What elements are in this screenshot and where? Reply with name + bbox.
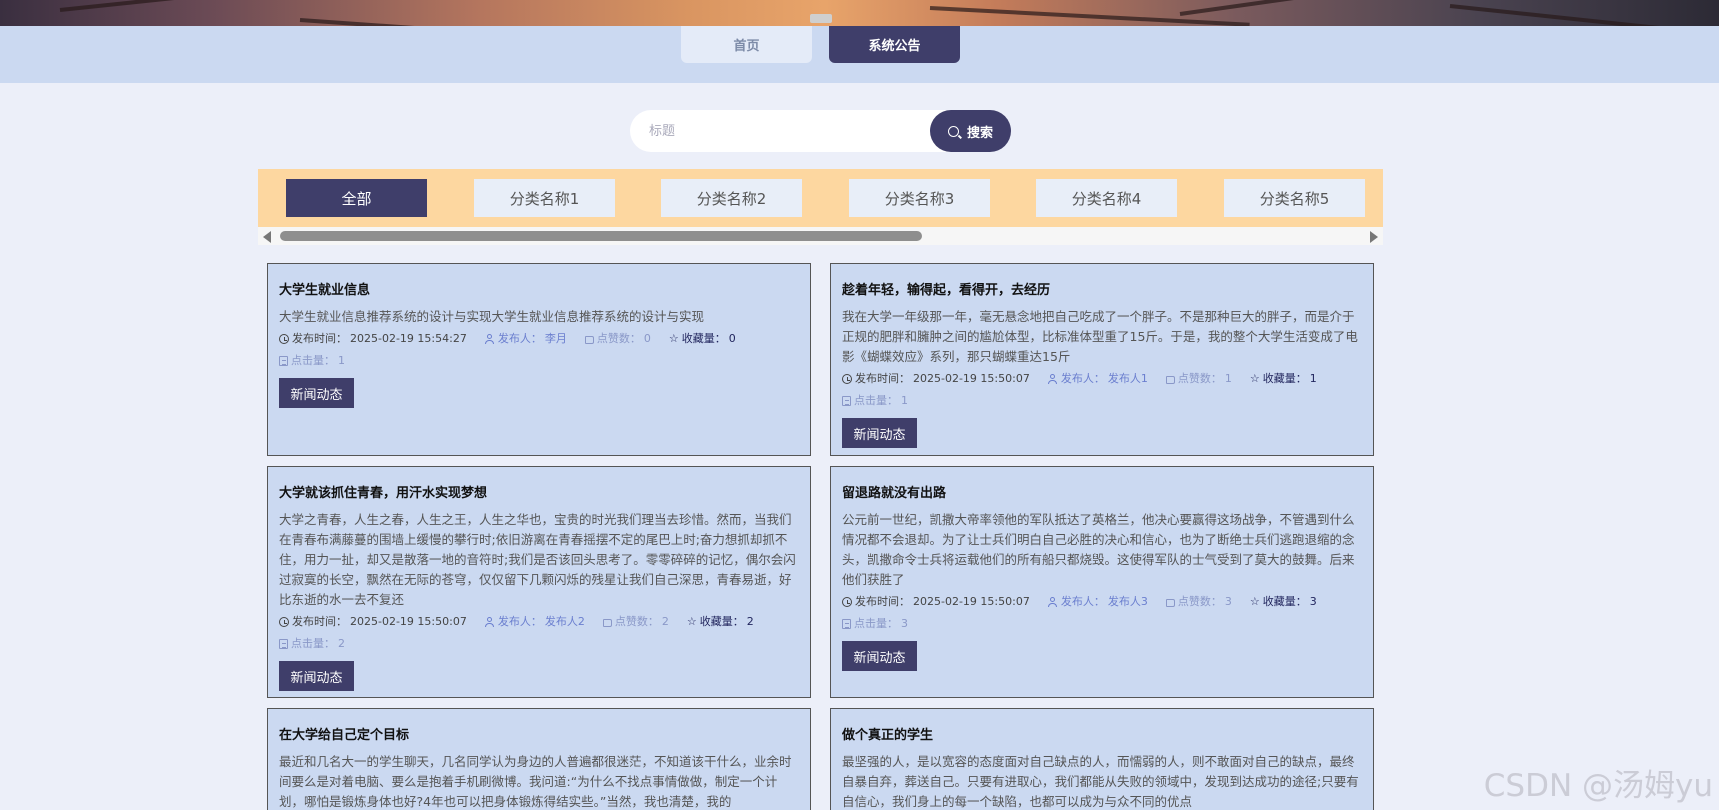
category-tag-button[interactable]: 新闻动态: [842, 641, 917, 671]
search-input[interactable]: [630, 110, 950, 152]
article-card[interactable]: 趁着年轻，输得起，看得开，去经历 我在大学一年级那一年，毫无悬念地把自己吃成了一…: [830, 263, 1374, 456]
click-icon: [842, 396, 851, 406]
article-meta: 发布时间： 2025-02-19 15:50:07 发布人： 发布人3 点赞数： 3 …: [842, 594, 1362, 632]
thumbs-up-icon: [584, 336, 594, 344]
article-meta: 发布时间： 2025-02-19 15:54:27 发布人： 李月 点赞数： 0 ☆ 收…: [279, 331, 799, 369]
like-count: 点赞数： 0: [584, 331, 651, 347]
article-card[interactable]: 大学生就业信息 大学生就业信息推荐系统的设计与实现大学生就业信息推荐系统的设计与…: [267, 263, 811, 456]
category-3[interactable]: 分类名称3: [849, 179, 990, 217]
article-desc: 大学生就业信息推荐系统的设计与实现大学生就业信息推荐系统的设计与实现: [279, 309, 705, 324]
publish-time: 发布时间： 2025-02-19 15:50:07: [842, 594, 1030, 610]
click-count: 点击量： 1: [842, 393, 908, 409]
category-scrollbar[interactable]: [258, 227, 1383, 245]
article-title[interactable]: 大学生就业信息: [279, 282, 799, 300]
user-icon: [1048, 597, 1058, 607]
article-title[interactable]: 大学就该抓住青春，用汗水实现梦想: [279, 485, 799, 503]
publish-time: 发布时间： 2025-02-19 15:50:07: [279, 614, 467, 630]
search-button-label: 搜索: [966, 125, 993, 141]
clock-icon: [279, 334, 289, 344]
publisher: 发布人： 发布人3: [1048, 594, 1148, 610]
top-nav: 首页 系统公告: [0, 26, 1719, 83]
search-icon: [947, 125, 959, 137]
category-all[interactable]: 全部: [286, 179, 427, 217]
category-tag-button[interactable]: 新闻动态: [279, 661, 354, 691]
scroll-thumb[interactable]: [280, 231, 922, 241]
article-desc: 公元前一世纪，凯撒大帝率领他的军队抵达了英格兰，他决心要赢得这场战争，不管遇到什…: [842, 512, 1355, 587]
article-desc: 最近和几名大一的学生聊天，几名同学认为身边的人普遍都很迷茫，不知道该干什么，业余…: [279, 754, 792, 809]
star-icon: ☆: [668, 332, 679, 345]
article-title[interactable]: 在大学给自己定个目标: [279, 727, 799, 745]
nav-system-notice[interactable]: 系统公告: [829, 26, 960, 63]
favorite-count: ☆ 收藏量： 2: [686, 615, 754, 628]
article-desc: 大学之青春，人生之春，人生之王，人生之华也，宝贵的时光我们理当去珍惜。然而，当我…: [279, 512, 796, 607]
favorite-count: ☆ 收藏量： 0: [668, 332, 736, 345]
article-title[interactable]: 留退路就没有出路: [842, 485, 1362, 503]
clock-icon: [842, 597, 852, 607]
category-5[interactable]: 分类名称5: [1224, 179, 1365, 217]
article-card[interactable]: 在大学给自己定个目标 最近和几名大一的学生聊天，几名同学认为身边的人普遍都很迷茫…: [267, 708, 811, 810]
user-icon: [485, 617, 495, 627]
thumbs-up-icon: [1165, 599, 1175, 607]
publisher: 发布人： 发布人2: [485, 614, 585, 630]
category-2[interactable]: 分类名称2: [661, 179, 802, 217]
user-icon: [1048, 374, 1058, 384]
scroll-right-arrow-icon[interactable]: [1370, 231, 1378, 243]
clock-icon: [279, 617, 289, 627]
article-meta: 发布时间： 2025-02-19 15:50:07 发布人： 发布人1 点赞数： 1 …: [842, 371, 1362, 409]
like-count: 点赞数： 1: [1165, 371, 1232, 387]
csdn-watermark: CSDN @汤姆yu: [1483, 768, 1713, 804]
thumbs-up-icon: [602, 619, 612, 627]
article-card[interactable]: 大学就该抓住青春，用汗水实现梦想 大学之青春，人生之春，人生之王，人生之华也，宝…: [267, 466, 811, 698]
scroll-left-arrow-icon[interactable]: [263, 231, 271, 243]
click-icon: [279, 356, 288, 366]
article-card[interactable]: 做个真正的学生 最坚强的人，是以宽容的态度面对自己缺点的人，而懦弱的人，则不敢面…: [830, 708, 1374, 810]
star-icon: ☆: [1249, 372, 1260, 385]
category-tag-button[interactable]: 新闻动态: [842, 418, 917, 448]
banner-image: [0, 0, 1719, 26]
click-icon: [279, 639, 288, 649]
like-count: 点赞数： 3: [1165, 594, 1232, 610]
article-meta: 发布时间： 2025-02-19 15:50:07 发布人： 发布人2 点赞数： 2 …: [279, 614, 799, 652]
nav-home[interactable]: 首页: [681, 26, 812, 63]
banner-indicator[interactable]: [810, 14, 832, 23]
category-bar: 全部 分类名称1 分类名称2 分类名称3 分类名称4 分类名称5: [258, 169, 1383, 227]
article-desc: 最坚强的人，是以宽容的态度面对自己缺点的人，而懦弱的人，则不敢面对自己的缺点，最…: [842, 754, 1359, 809]
search-button[interactable]: 搜索: [930, 110, 1011, 152]
publisher: 发布人： 发布人1: [1048, 371, 1148, 387]
article-title[interactable]: 趁着年轻，输得起，看得开，去经历: [842, 282, 1362, 300]
article-card[interactable]: 留退路就没有出路 公元前一世纪，凯撒大帝率领他的军队抵达了英格兰，他决心要赢得这…: [830, 466, 1374, 698]
category-1[interactable]: 分类名称1: [474, 179, 615, 217]
star-icon: ☆: [1249, 595, 1260, 608]
clock-icon: [842, 374, 852, 384]
click-icon: [842, 619, 851, 629]
thumbs-up-icon: [1165, 376, 1175, 384]
user-icon: [485, 334, 495, 344]
star-icon: ☆: [686, 615, 697, 628]
publish-time: 发布时间： 2025-02-19 15:54:27: [279, 331, 467, 347]
category-4[interactable]: 分类名称4: [1036, 179, 1177, 217]
search-bar: 搜索: [630, 110, 1011, 152]
publisher: 发布人： 李月: [485, 331, 567, 347]
article-title[interactable]: 做个真正的学生: [842, 727, 1362, 745]
publish-time: 发布时间： 2025-02-19 15:50:07: [842, 371, 1030, 387]
article-desc: 我在大学一年级那一年，毫无悬念地把自己吃成了一个胖子。不是那种巨大的胖子，而是介…: [842, 309, 1358, 364]
click-count: 点击量： 2: [279, 636, 345, 652]
click-count: 点击量： 1: [279, 353, 345, 369]
like-count: 点赞数： 2: [602, 614, 669, 630]
category-tag-button[interactable]: 新闻动态: [279, 378, 354, 408]
favorite-count: ☆ 收藏量： 3: [1249, 595, 1317, 608]
favorite-count: ☆ 收藏量： 1: [1249, 372, 1317, 385]
click-count: 点击量： 3: [842, 616, 908, 632]
